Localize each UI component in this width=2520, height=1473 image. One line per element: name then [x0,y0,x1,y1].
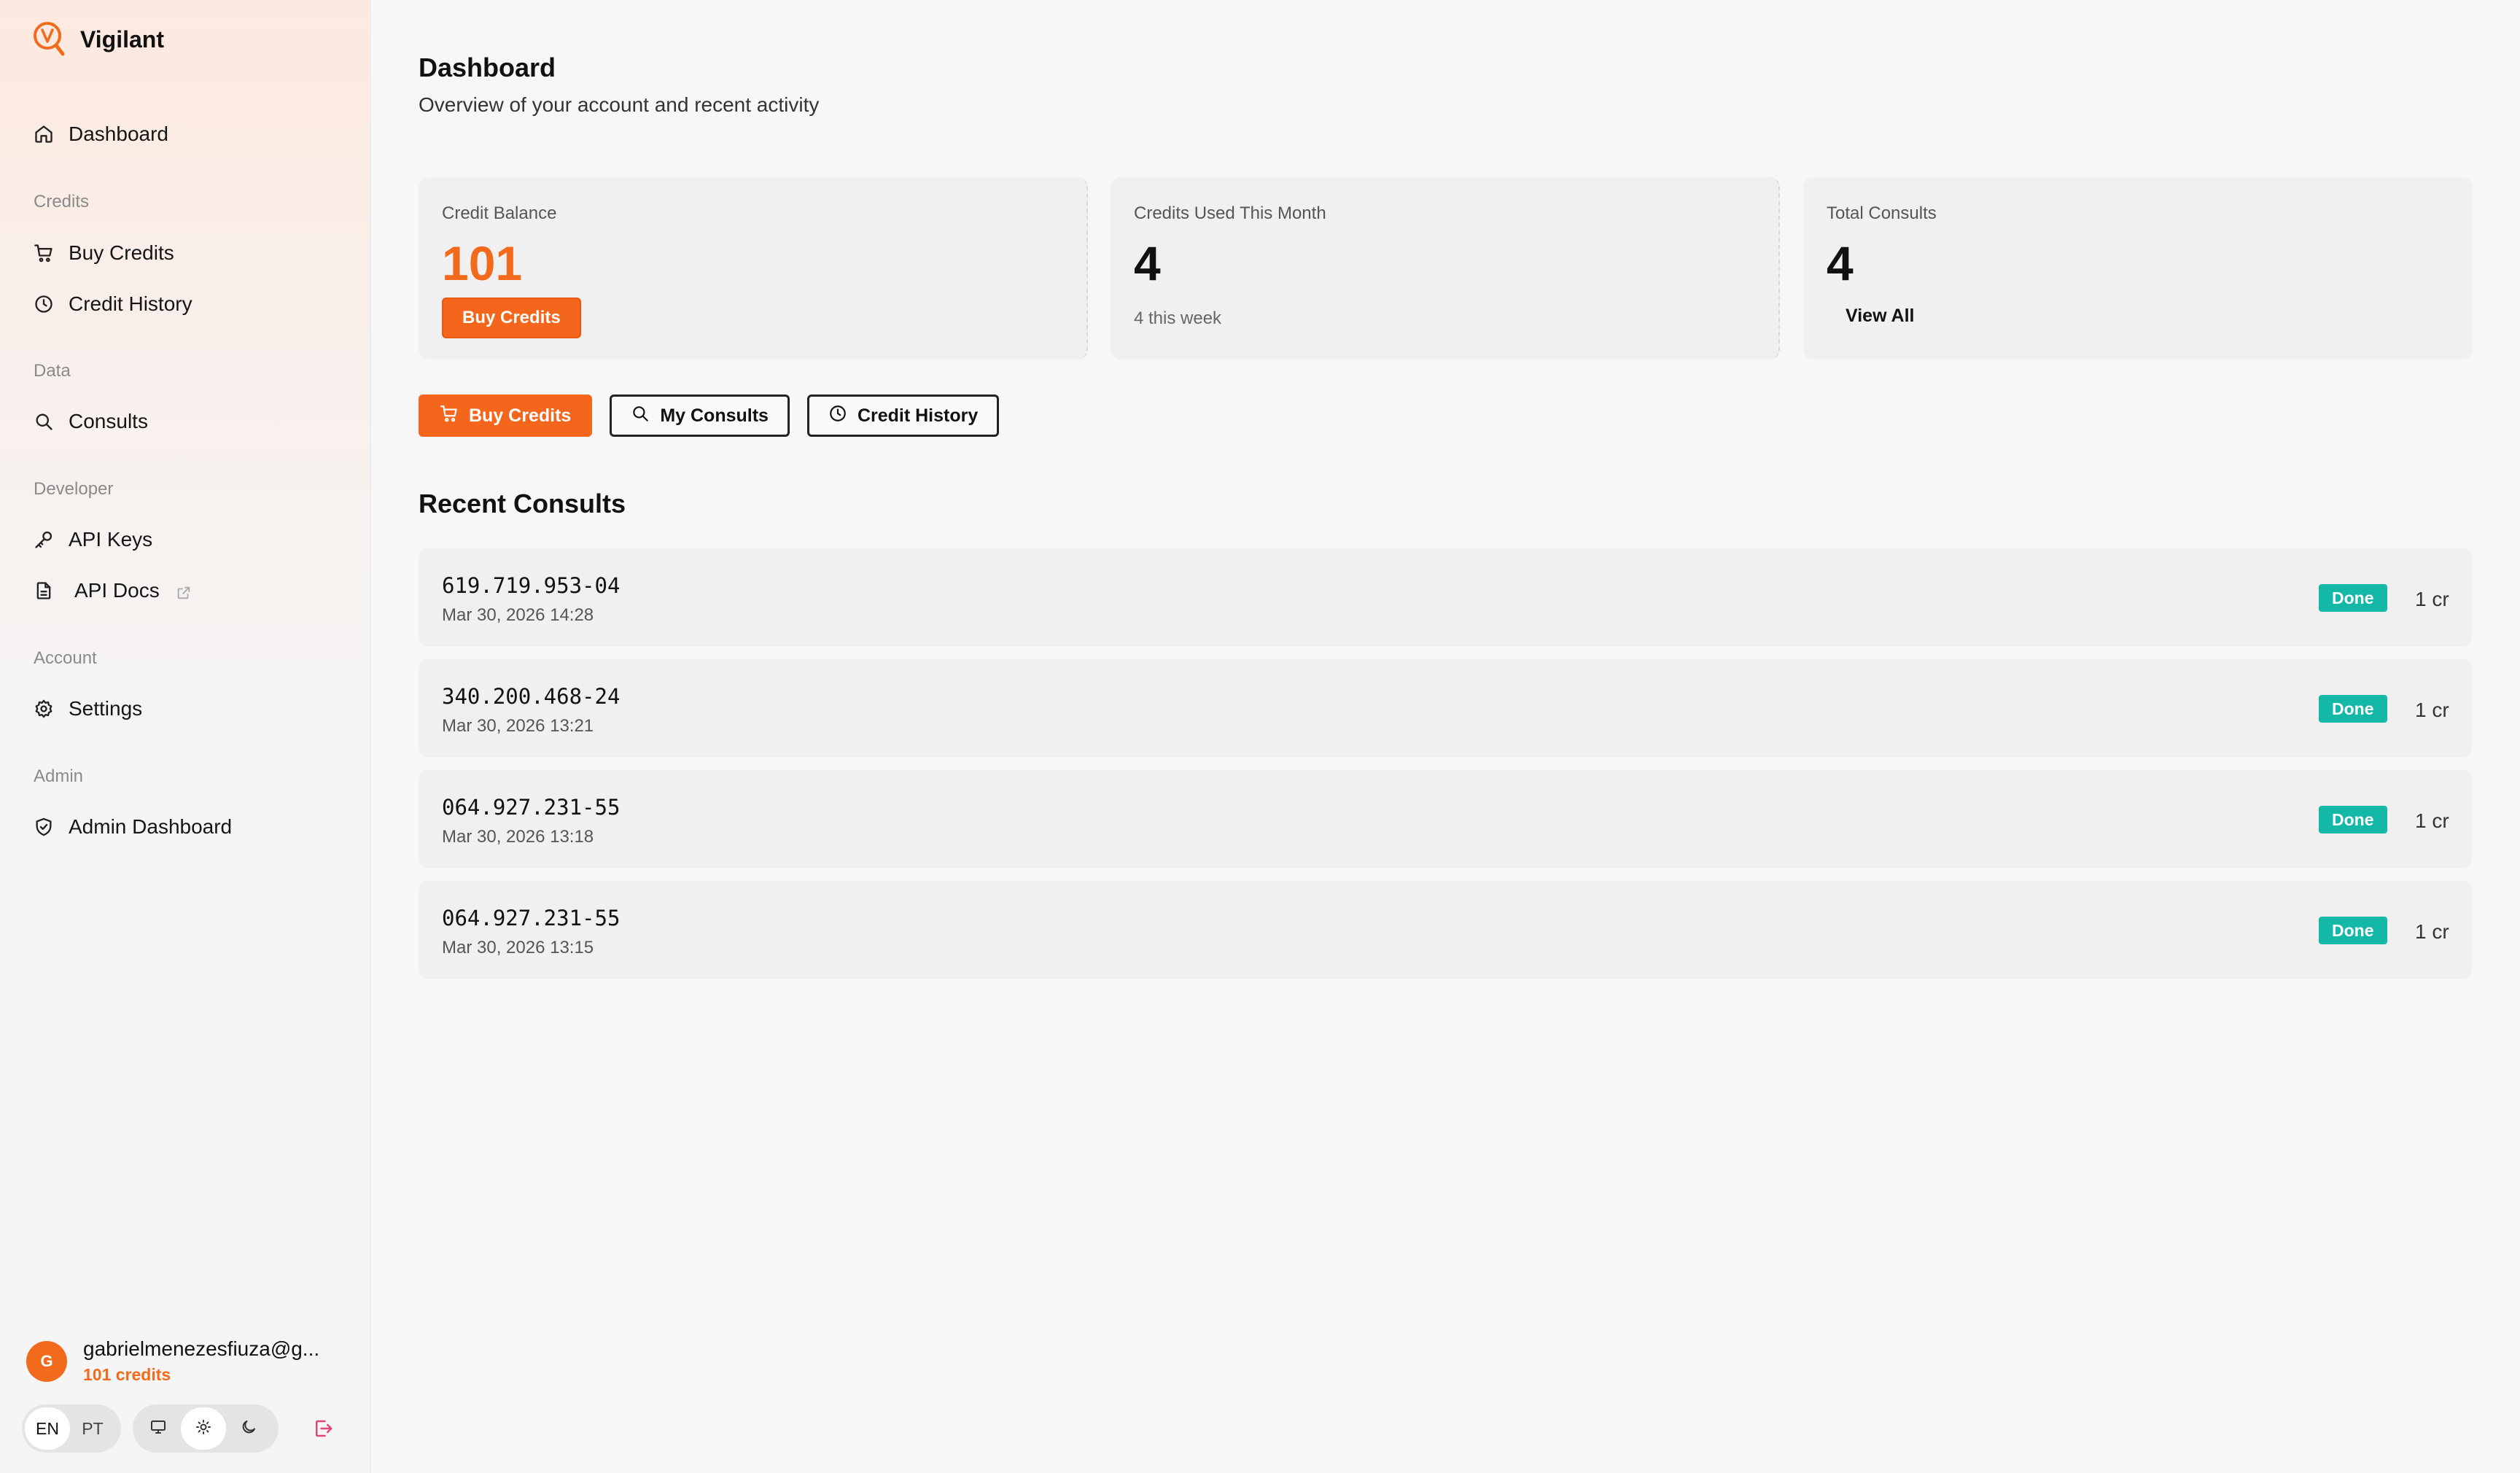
shield-icon [34,817,54,837]
section-account: Account [34,648,97,668]
card-label: Credit Balance [442,203,557,223]
sidebar-item-consults[interactable]: Consults [34,403,148,440]
vigilant-logo-icon [32,20,66,58]
consult-date: Mar 30, 2026 13:21 [442,716,594,736]
brand[interactable]: Vigilant [32,20,164,58]
external-link-icon [176,583,192,599]
language-pt-button[interactable]: PT [70,1407,115,1450]
logout-button[interactable] [312,1418,334,1439]
file-icon [34,580,54,601]
sidebar-item-api-docs[interactable]: API Docs [34,572,192,609]
status-badge: Done [2319,584,2387,612]
user-profile[interactable]: G gabrielmenezesfiuza@g... 101 credits [26,1337,319,1385]
page-subtitle: Overview of your account and recent acti… [419,93,820,116]
sidebar-item-label: API Docs [74,579,160,602]
consult-cost: 1 cr [2415,699,2449,721]
card-label: Credits Used This Month [1134,203,1326,223]
sidebar: Vigilant Dashboard Credits Buy Credits C… [0,0,371,1473]
button-label: Credit History [857,405,979,426]
sidebar-item-buy-credits[interactable]: Buy Credits [34,235,174,271]
consult-document: 064.927.231-55 [442,795,621,820]
section-credits: Credits [34,192,90,211]
sidebar-item-label: Credit History [69,292,192,315]
theme-dark-button[interactable] [226,1407,271,1450]
buy-credits-button[interactable]: Buy Credits [419,395,593,437]
credit-history-button[interactable]: Credit History [806,395,1000,437]
consult-date: Mar 30, 2026 13:15 [442,938,594,957]
consult-document: 619.719.953-04 [442,573,621,598]
recent-consults-title: Recent Consults [419,489,626,518]
home-icon [34,124,54,144]
card-buy-credits-button[interactable]: Buy Credits [442,298,581,338]
sidebar-item-settings[interactable]: Settings [34,691,142,727]
sidebar-item-label: Buy Credits [69,241,174,264]
cart-icon [440,404,469,428]
status-badge: Done [2319,917,2387,944]
sidebar-item-label: Consults [69,410,148,432]
sidebar-item-label: Dashboard [69,123,168,145]
page-title: Dashboard [419,53,556,82]
sidebar-item-label: Admin Dashboard [69,815,233,838]
consult-row[interactable]: 619.719.953-04 Mar 30, 2026 14:28 Done 1… [419,548,2472,646]
main-content: Dashboard Overview of your account and r… [371,0,2520,1473]
sidebar-item-label: API Keys [69,528,153,551]
monitor-icon [149,1418,167,1439]
status-badge: Done [2319,806,2387,833]
consult-date: Mar 30, 2026 13:18 [442,827,594,847]
consult-row[interactable]: 064.927.231-55 Mar 30, 2026 13:18 Done 1… [419,770,2472,868]
avatar: G [26,1340,67,1382]
theme-light-button[interactable] [181,1407,226,1450]
consult-document: 064.927.231-55 [442,906,621,930]
sun-icon [195,1418,212,1439]
view-all-link[interactable]: View All [1846,306,1914,327]
theme-toggle [133,1404,279,1453]
card-label: Total Consults [1827,203,1937,223]
consult-cost: 1 cr [2415,920,2449,943]
sidebar-item-label: Settings [69,697,143,720]
brand-name: Vigilant [80,26,164,53]
credits-used-card: Credits Used This Month 4 4 this week [1111,177,1780,359]
consult-document: 340.200.468-24 [442,684,621,709]
clock-icon [828,404,858,428]
consult-row[interactable]: 064.927.231-55 Mar 30, 2026 13:15 Done 1… [419,881,2472,979]
credits-used-week: 4 this week [1134,308,1222,328]
cart-icon [34,243,54,263]
user-credits: 101 credits [83,1365,171,1384]
sidebar-item-dashboard[interactable]: Dashboard [34,116,168,152]
consult-cost: 1 cr [2415,588,2449,610]
section-developer: Developer [34,479,114,499]
search-icon [34,411,54,432]
section-admin: Admin [34,766,84,786]
sidebar-item-credit-history[interactable]: Credit History [34,286,192,322]
language-en-button[interactable]: EN [25,1407,70,1450]
gear-icon [34,699,54,719]
logout-icon [312,1420,334,1442]
search-icon [631,404,660,428]
credits-used-value: 4 [1134,236,1161,290]
moon-icon [240,1418,257,1439]
my-consults-button[interactable]: My Consults [610,395,790,437]
user-email: gabrielmenezesfiuza@g... [83,1337,320,1360]
total-consults-card: Total Consults 4 View All [1803,177,2473,359]
credit-balance-card: Credit Balance 101 Buy Credits [419,177,1088,359]
status-badge: Done [2319,695,2387,723]
theme-system-button[interactable] [136,1407,181,1450]
credit-balance-value: 101 [442,236,523,290]
quick-actions: Buy Credits My Consults Credit History [419,395,1016,437]
key-icon [34,529,54,550]
clock-icon [34,294,54,314]
button-label: Buy Credits [469,405,572,426]
total-consults-value: 4 [1827,236,1854,290]
sidebar-item-admin-dashboard[interactable]: Admin Dashboard [34,809,232,845]
language-toggle: EN PT [22,1404,121,1453]
consult-row[interactable]: 340.200.468-24 Mar 30, 2026 13:21 Done 1… [419,659,2472,757]
consult-date: Mar 30, 2026 14:28 [442,605,594,625]
section-data: Data [34,361,71,381]
button-label: My Consults [660,405,769,426]
sidebar-item-api-keys[interactable]: API Keys [34,521,152,558]
consult-cost: 1 cr [2415,809,2449,832]
